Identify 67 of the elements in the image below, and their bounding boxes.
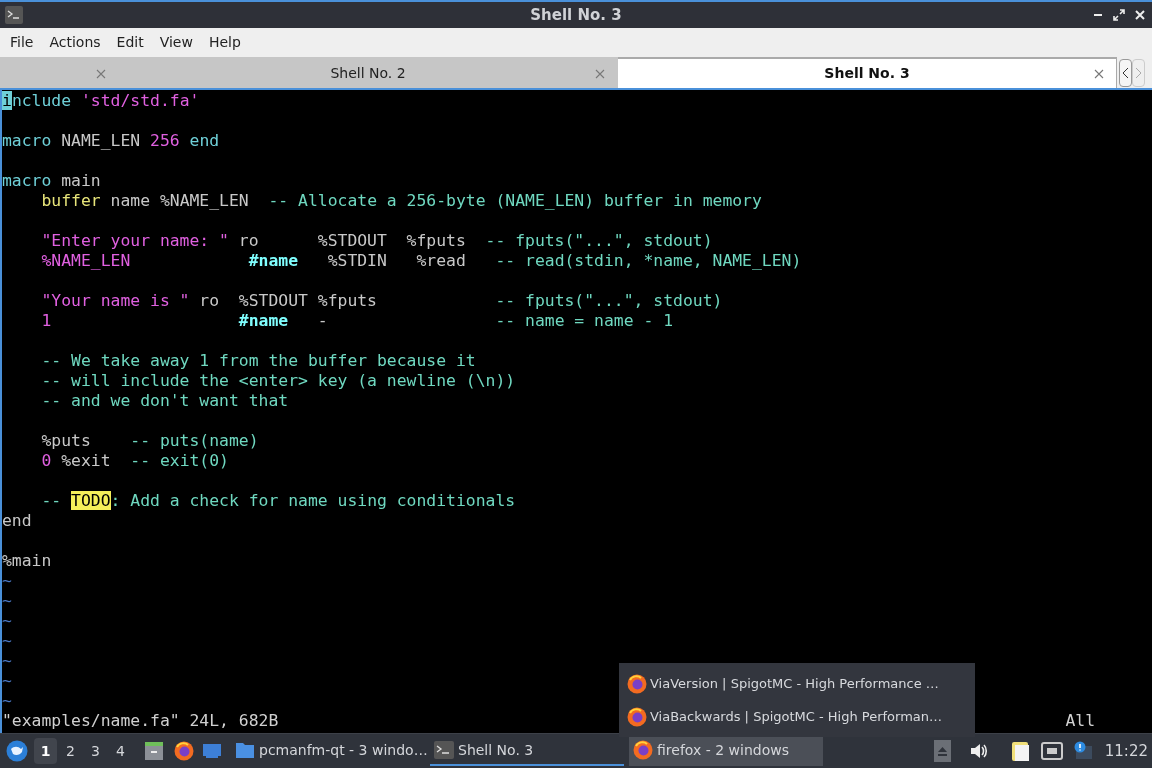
clock[interactable]: 11:22 bbox=[1104, 739, 1148, 763]
menu-item[interactable]: File bbox=[2, 32, 42, 53]
start-menu-icon[interactable] bbox=[6, 740, 28, 762]
code-line: 0 %exit -- exit(0) bbox=[41, 451, 229, 471]
volume-icon[interactable] bbox=[968, 742, 989, 760]
code-line: macro main bbox=[2, 171, 101, 191]
network-icon[interactable] bbox=[1040, 741, 1063, 761]
code-line: buffer name %NAME_LEN -- Allocate a 256-byte (NAME_LEN) buffer in memory bbox=[41, 191, 762, 211]
code-line: include 'std/std.fa' bbox=[2, 91, 200, 111]
firefox-icon[interactable] bbox=[174, 741, 194, 761]
desktop-button[interactable]: 1 bbox=[34, 738, 57, 764]
position-indicator: All bbox=[1065, 711, 1095, 731]
empty-line-marker: ~ bbox=[2, 651, 12, 671]
maximize-icon[interactable] bbox=[1113, 9, 1125, 21]
desktop-button[interactable]: 2 bbox=[59, 738, 82, 764]
close-tab-icon[interactable] bbox=[96, 68, 106, 79]
menu-item[interactable]: Help bbox=[200, 32, 249, 53]
code-line: %NAME_LEN #name %STDIN %read -- read(stdin, *name, NAME_LEN) bbox=[41, 251, 802, 271]
window-list-item[interactable]: ViaBackwards | SpigotMC - High Performan… bbox=[627, 702, 943, 731]
code-line: %puts -- puts(name) bbox=[41, 431, 259, 451]
eject-icon bbox=[937, 746, 947, 756]
code-line: -- will include the <enter> key (a newline (\n)) bbox=[41, 371, 516, 391]
folder-icon bbox=[235, 741, 255, 759]
taskbar-button[interactable]: pcmanfm-qt - 3 windo… bbox=[231, 736, 425, 766]
code-line: "Your name is " ro %STDOUT %fputs -- fputs("...", stdout) bbox=[41, 291, 723, 311]
window-list-item[interactable]: ViaVersion | SpigotMC - High Performance … bbox=[627, 669, 939, 698]
terminal-icon bbox=[5, 6, 23, 24]
menu-item[interactable]: View bbox=[151, 32, 201, 53]
empty-line-marker: ~ bbox=[2, 631, 12, 651]
code-line: end bbox=[2, 511, 32, 531]
empty-line-marker: ~ bbox=[2, 571, 12, 591]
show-desktop-icon[interactable] bbox=[202, 742, 222, 760]
chevron-left-icon bbox=[1122, 67, 1129, 79]
empty-line-marker: ~ bbox=[2, 691, 12, 711]
code-line: macro NAME_LEN 256 end bbox=[2, 131, 220, 151]
firefox-icon bbox=[627, 673, 647, 694]
taskbar-button[interactable]: Shell No. 3 bbox=[430, 736, 624, 766]
close-tab-icon[interactable] bbox=[595, 68, 605, 79]
empty-line-marker: ~ bbox=[2, 671, 12, 691]
scroll-left-button[interactable] bbox=[1119, 59, 1132, 87]
firefox-icon bbox=[633, 740, 653, 760]
eject-button[interactable] bbox=[933, 740, 951, 762]
close-icon[interactable] bbox=[1134, 9, 1146, 21]
tab[interactable]: Shell No. 2 bbox=[119, 57, 618, 88]
code-line: "Enter your name: " ro %STDOUT %fputs -- fputs("...", stdout) bbox=[41, 231, 713, 251]
menu-item[interactable]: Edit bbox=[108, 32, 152, 53]
taskbar-button[interactable]: firefox - 2 windows bbox=[629, 736, 823, 766]
clipboard-icon[interactable] bbox=[1010, 740, 1031, 762]
code-line: -- TODO: Add a check for name using conditionals bbox=[41, 491, 516, 511]
close-tab-icon[interactable] bbox=[1094, 68, 1104, 79]
empty-line-marker: ~ bbox=[2, 591, 12, 611]
firefox-icon bbox=[627, 706, 647, 727]
update-icon[interactable] bbox=[1072, 741, 1093, 761]
status-line: "examples/name.fa" 24L, 682B bbox=[2, 711, 279, 731]
tab[interactable]: Shell No. 3 bbox=[618, 57, 1117, 88]
chevron-right-icon bbox=[1135, 67, 1142, 79]
desktop-button[interactable]: 3 bbox=[84, 738, 107, 764]
empty-line-marker: ~ bbox=[2, 611, 12, 631]
code-line: 1 #name - -- name = name - 1 bbox=[41, 311, 674, 331]
code-line: %main bbox=[2, 551, 52, 571]
menu-item[interactable]: Actions bbox=[41, 32, 109, 53]
code-line: -- We take away 1 from the buffer because it bbox=[41, 351, 476, 371]
file-cabinet-icon[interactable] bbox=[144, 741, 164, 761]
terminal-icon bbox=[434, 741, 454, 759]
desktop-button[interactable]: 4 bbox=[109, 738, 132, 764]
window-title: Shell No. 3 bbox=[530, 4, 622, 26]
code-line: -- and we don't want that bbox=[41, 391, 289, 411]
